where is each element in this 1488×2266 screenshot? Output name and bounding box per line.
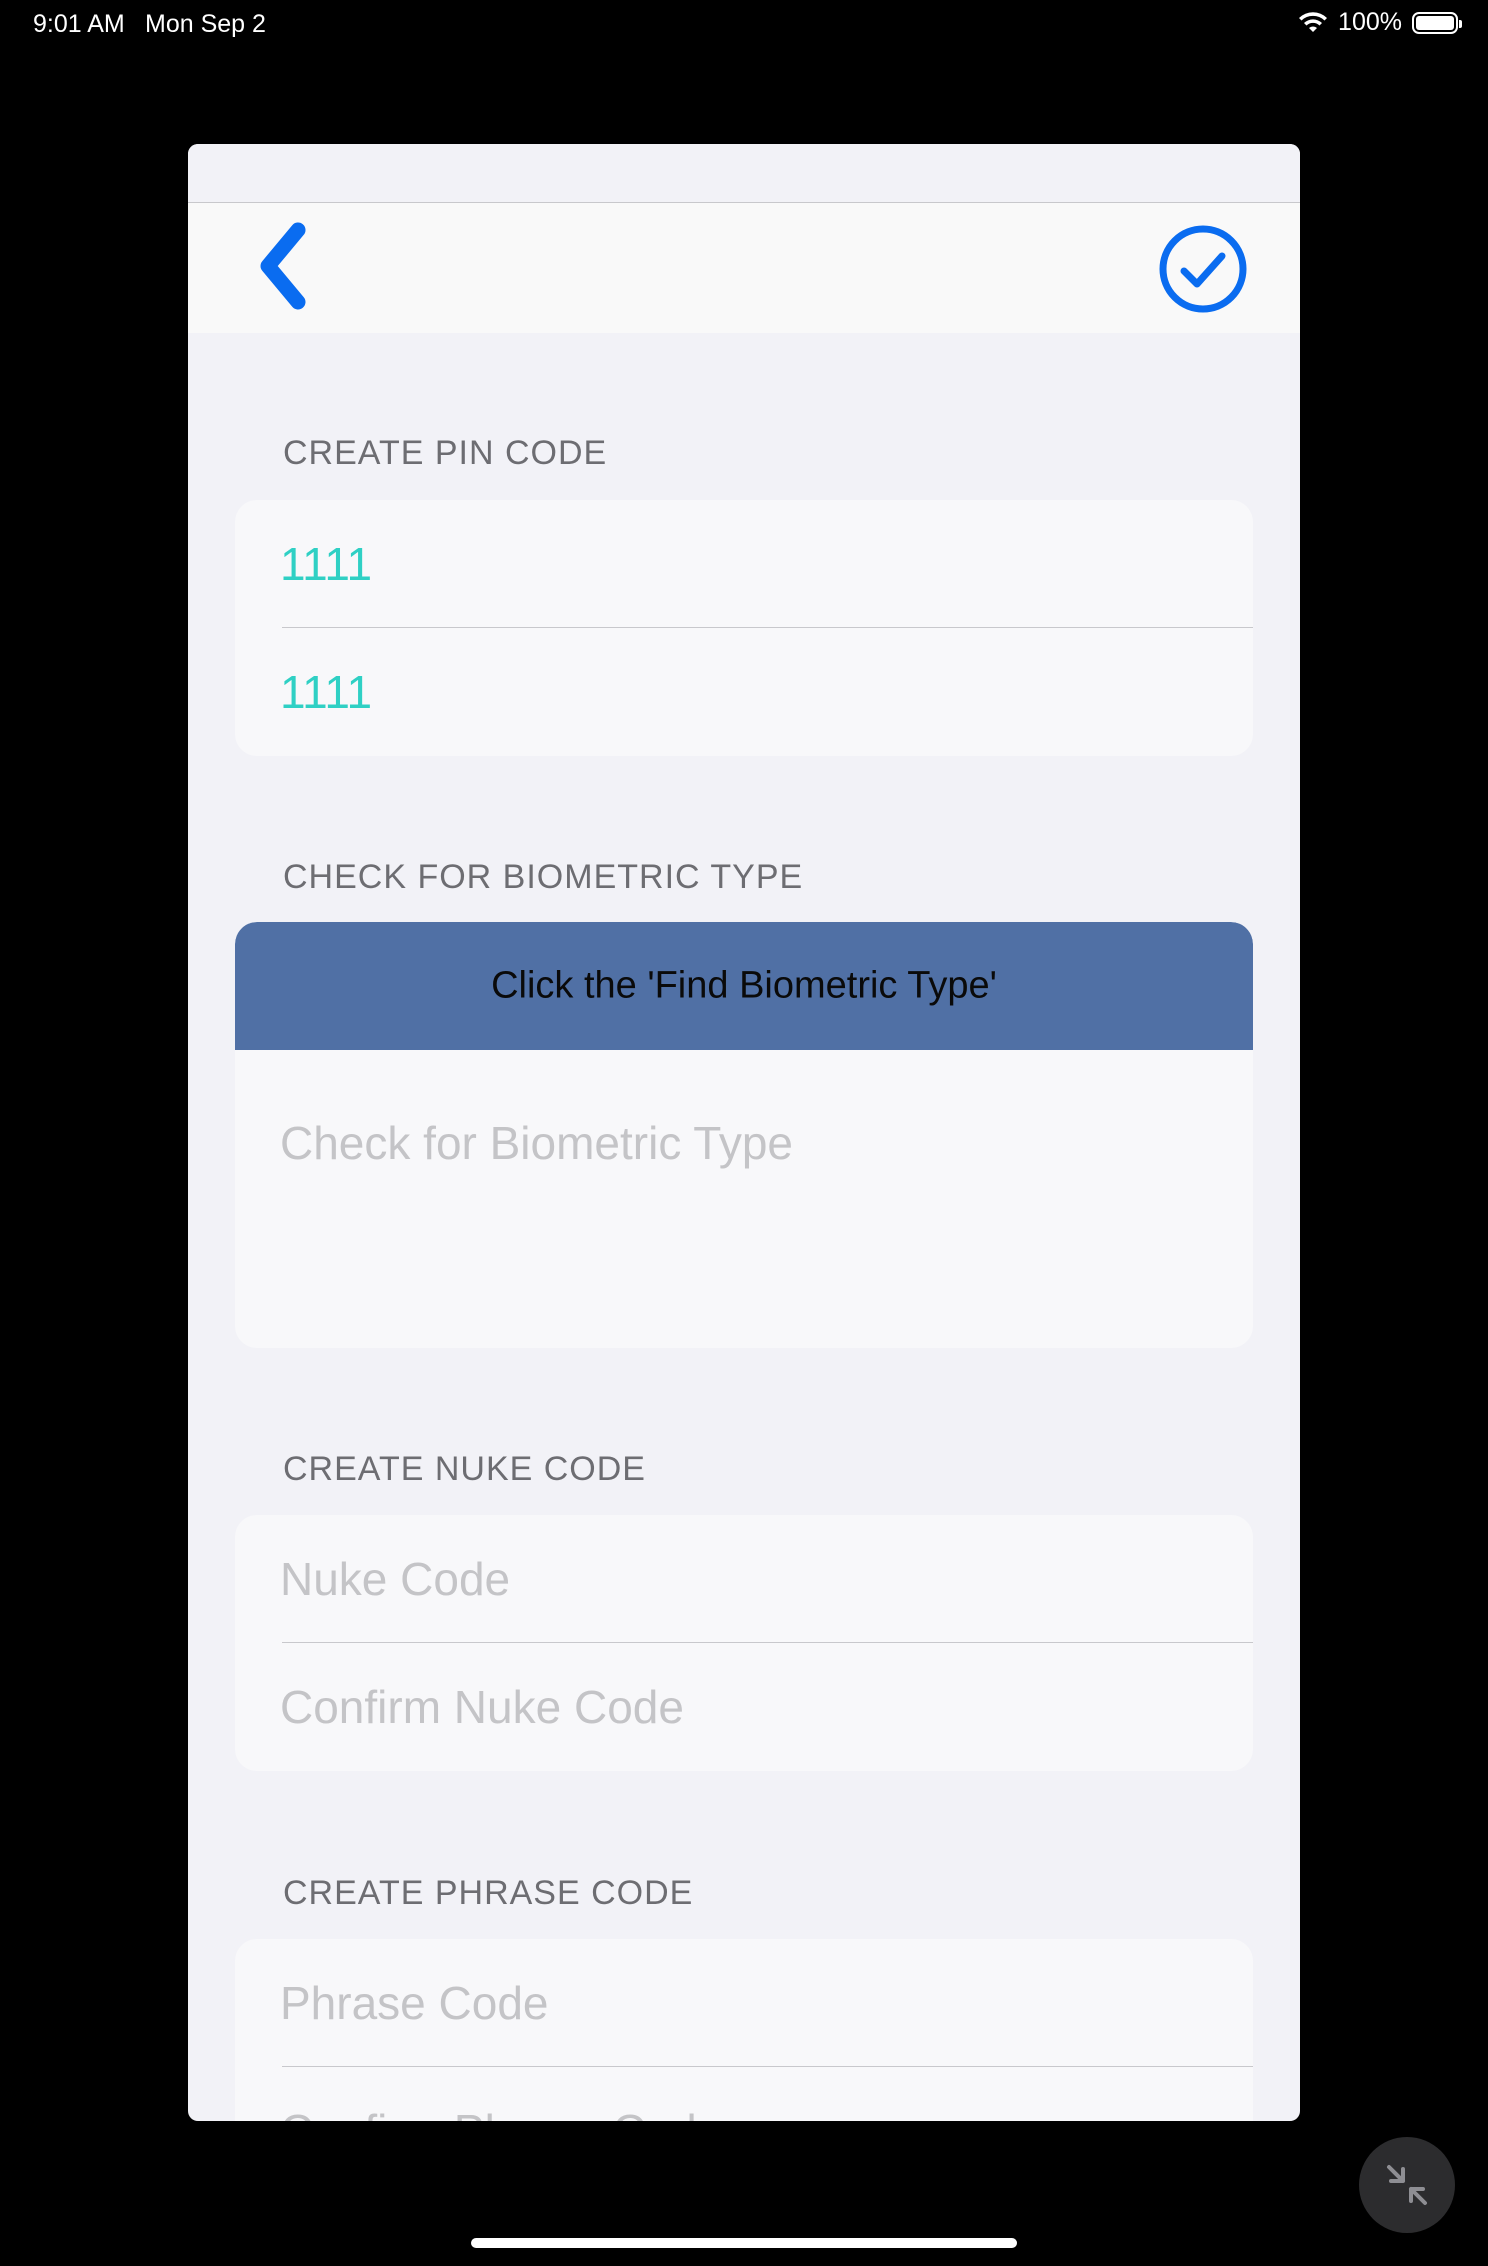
sheet-top-bar bbox=[188, 144, 1300, 203]
checkmark-circle-icon bbox=[1159, 225, 1247, 313]
find-biometric-button-label: Click the 'Find Biometric Type' bbox=[491, 964, 997, 1007]
biometric-placeholder: Check for Biometric Type bbox=[280, 1117, 794, 1169]
phrase-confirm-placeholder: Confirm Phrase Code bbox=[280, 2104, 722, 2121]
home-indicator bbox=[471, 2238, 1017, 2248]
status-time: 9:01 AM bbox=[33, 10, 125, 38]
phrase-confirm-field[interactable]: Confirm Phrase Code bbox=[235, 2067, 1253, 2121]
phrase-card: Phrase Code Confirm Phrase Code bbox=[235, 1939, 1253, 2121]
pin-section-header: CREATE PIN CODE bbox=[283, 434, 608, 472]
battery-percent: 100% bbox=[1338, 8, 1402, 36]
nuke-section-header: CREATE NUKE CODE bbox=[283, 1450, 646, 1488]
phrase-code-field[interactable]: Phrase Code bbox=[235, 1939, 1253, 2067]
minimize-button[interactable] bbox=[1359, 2137, 1455, 2233]
pin-card: 1111 1111 bbox=[235, 500, 1253, 756]
nuke-confirm-placeholder: Confirm Nuke Code bbox=[280, 1681, 684, 1733]
pin-confirm-field-value: 1111 bbox=[280, 666, 373, 718]
navigation-bar bbox=[188, 203, 1300, 333]
phrase-code-placeholder: Phrase Code bbox=[280, 1977, 549, 2029]
wifi-icon bbox=[1299, 11, 1328, 32]
biometric-text-area[interactable]: Check for Biometric Type bbox=[235, 1050, 1253, 1348]
phrase-section-header: CREATE PHRASE CODE bbox=[283, 1874, 694, 1912]
nuke-card: Nuke Code Confirm Nuke Code bbox=[235, 1515, 1253, 1771]
pin-field[interactable]: 1111 bbox=[235, 500, 1253, 628]
nuke-code-placeholder: Nuke Code bbox=[280, 1553, 511, 1605]
back-button[interactable] bbox=[248, 218, 318, 318]
chevron-left-icon bbox=[260, 222, 306, 310]
confirm-button[interactable] bbox=[1156, 222, 1250, 316]
biometric-card: Click the 'Find Biometric Type' Check fo… bbox=[235, 922, 1253, 1348]
nuke-confirm-field[interactable]: Confirm Nuke Code bbox=[235, 1643, 1253, 1771]
battery-icon bbox=[1412, 11, 1462, 34]
status-bar: 9:01 AM Mon Sep 2 100% bbox=[0, 0, 1488, 48]
status-date: Mon Sep 2 bbox=[145, 10, 266, 38]
pin-field-value: 1111 bbox=[280, 538, 373, 590]
status-indicators: 100% bbox=[1298, 8, 1462, 37]
pin-confirm-field[interactable]: 1111 bbox=[235, 628, 1253, 756]
find-biometric-button[interactable]: Click the 'Find Biometric Type' bbox=[235, 922, 1253, 1050]
nuke-code-field[interactable]: Nuke Code bbox=[235, 1515, 1253, 1643]
biometric-section-header: CHECK FOR BIOMETRIC TYPE bbox=[283, 858, 804, 896]
collapse-arrows-icon bbox=[1387, 2165, 1427, 2205]
modal-sheet: CREATE PIN CODE 1111 1111 CHECK FOR BIOM… bbox=[188, 144, 1300, 2121]
